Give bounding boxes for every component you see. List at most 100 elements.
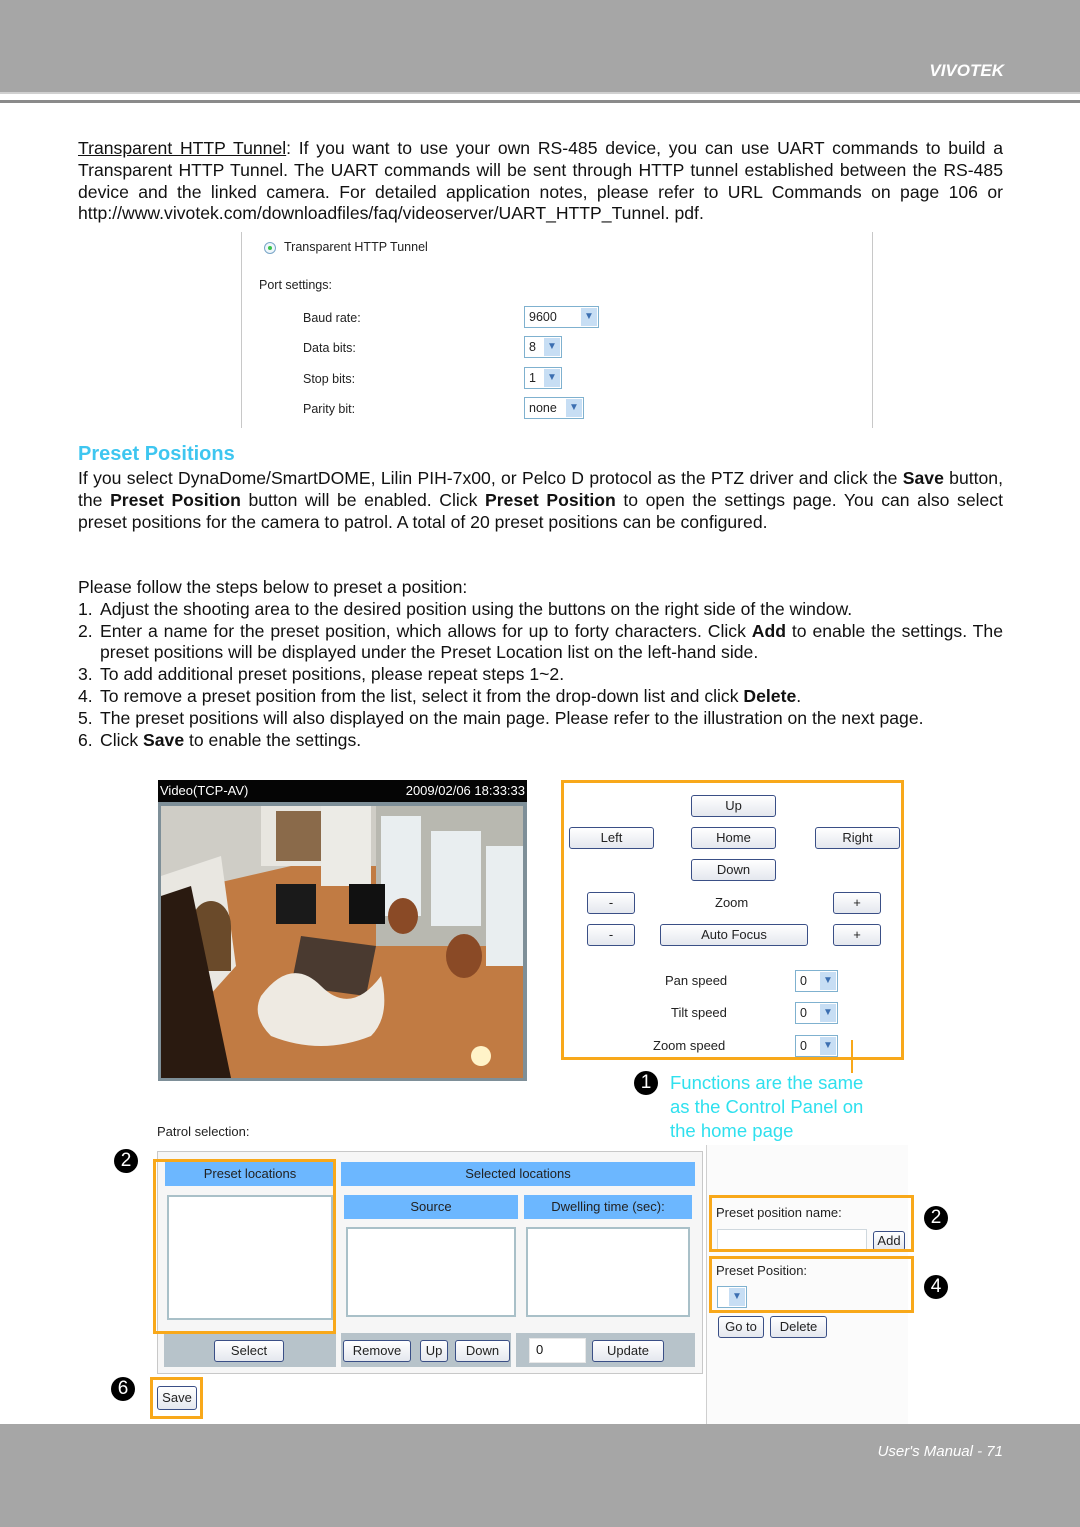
step-badge-4: 4 [924,1275,948,1299]
parity-bit-label: Parity bit: [303,402,356,416]
remove-button[interactable]: Remove [343,1340,411,1362]
highlight-preset-name [709,1195,914,1252]
callout-line: Functions are the same [670,1072,864,1093]
zoom-speed-value: 0 [800,1039,807,1053]
move-down-button[interactable]: Down [455,1340,510,1362]
living-room-scene [161,806,523,1078]
steps-list: Please follow the steps below to preset … [78,577,1003,751]
callout-connector [851,1040,853,1073]
intro-term: Transparent HTTP Tunnel [78,138,287,158]
dwell-time-input[interactable]: 0 [529,1338,586,1363]
callout-line: as the Control Panel on [670,1095,864,1117]
dwelling-time-list[interactable] [526,1227,690,1317]
pan-speed-label: Pan speed [665,973,728,988]
bold-add: Add [751,620,786,641]
save-button[interactable]: Save [157,1386,197,1410]
preset-intro-paragraph: If you select DynaDome/SmartDOME, Lilin … [78,468,1003,533]
bold-preset-position: Preset Position [484,489,616,510]
chevron-down-icon: ▼ [544,369,560,387]
step-text: To remove a preset position from the lis… [100,686,1003,708]
bold-delete: Delete [743,685,797,706]
tunnel-radio-button[interactable] [264,242,276,254]
step-text: Adjust the shooting area to the desired … [100,598,853,619]
source-header: Source [344,1195,518,1219]
video-title-bar: Video(TCP-AV) 2009/02/06 18:33:33 [158,780,527,802]
section-title: Preset Positions [78,443,235,465]
selected-locations-header: Selected locations [341,1162,695,1186]
header-divider [0,92,1080,94]
text-run: to enable the settings. [184,729,362,750]
left-button[interactable]: Left [569,827,654,849]
highlight-preset-position [709,1256,914,1313]
intro-paragraph: Transparent HTTP Tunnel: If you want to … [78,138,1003,225]
delete-button[interactable]: Delete [770,1316,827,1338]
goto-button[interactable]: Go to [718,1316,764,1338]
step-number: 2. [78,620,93,641]
home-button[interactable]: Home [691,827,776,849]
chevron-down-icon: ▼ [544,338,560,356]
stop-bits-label: Stop bits: [303,372,356,386]
source-list[interactable] [346,1227,516,1317]
zoom-in-button[interactable]: + [833,892,881,914]
step-number: 1. [78,598,93,619]
video-stream-label: Video(TCP-AV) [160,783,249,798]
step-badge-2-right: 2 [924,1206,948,1230]
baud-rate-label: Baud rate: [303,311,361,325]
video-timestamp: 2009/02/06 18:33:33 [405,783,525,798]
tunnel-radio-label: Transparent HTTP Tunnel [284,240,428,254]
down-button[interactable]: Down [691,859,776,881]
highlight-preset-locations [153,1159,336,1334]
auto-focus-button[interactable]: Auto Focus [660,924,808,946]
step-text: Click Save to enable the settings. [100,730,1003,752]
video-viewer: Video(TCP-AV) 2009/02/06 18:33:33 [158,780,527,1081]
page-number: User's Manual - 71 [877,1443,1003,1460]
step-item: 1. Adjust the shooting area to the desire… [78,599,1003,621]
select-button[interactable]: Select [214,1340,284,1362]
zoom-speed-select[interactable]: 0 ▼ [795,1035,838,1057]
chevron-down-icon: ▼ [820,1004,836,1022]
pan-speed-select[interactable]: 0 ▼ [795,970,838,992]
baud-rate-value: 9600 [529,310,557,324]
update-button[interactable]: Update [592,1340,664,1362]
text-run: Click [100,729,144,750]
step-number: 4. [78,685,93,706]
text-run: . [796,685,802,706]
stop-bits-select[interactable]: 1 ▼ [524,367,562,389]
zoom-label: Zoom [715,895,749,910]
parity-bit-value: none [529,401,557,415]
text-run: To remove a preset position from the lis… [100,685,744,706]
camera-image [161,806,523,1078]
step-text: The preset positions will also displayed… [100,707,924,728]
chevron-down-icon: ▼ [566,399,582,417]
brand-logo: VIVOTEK [929,61,1004,80]
step-number: 5. [78,707,93,728]
tilt-speed-select[interactable]: 0 ▼ [795,1002,838,1024]
step-badge-1: 1 [634,1071,658,1095]
bold-save: Save [902,468,944,488]
stop-bits-value: 1 [529,371,536,385]
zoom-out-button[interactable]: - [587,892,635,914]
step-number: 6. [78,729,93,750]
step-text: Enter a name for the preset position, wh… [100,621,1003,665]
patrol-selection-label: Patrol selection: [157,1124,250,1139]
up-button[interactable]: Up [691,795,776,817]
step-item: 2. Enter a name for the preset position, … [78,621,1003,665]
focus-plus-button[interactable]: + [833,924,881,946]
callout-line: the home page [670,1119,794,1141]
baud-rate-select[interactable]: 9600 ▼ [524,306,599,328]
bold-save: Save [143,729,185,750]
text-run: If you select DynaDome/SmartDOME, Lilin … [78,468,903,488]
bold-preset-position: Preset Position [110,489,241,510]
data-bits-value: 8 [529,340,536,354]
right-button[interactable]: Right [815,827,900,849]
parity-bit-select[interactable]: none ▼ [524,397,584,419]
data-bits-select[interactable]: 8 ▼ [524,336,562,358]
step-item: 4. To remove a preset position from the l… [78,686,1003,708]
focus-minus-button[interactable]: - [587,924,635,946]
text-run: Enter a name for the preset position, wh… [100,620,752,641]
port-settings-label: Port settings: [259,278,332,292]
pan-speed-value: 0 [800,974,807,988]
step-text: To add additional preset positions, plea… [100,664,565,685]
move-up-button[interactable]: Up [420,1340,448,1362]
ptz-control-panel: Up Left Home Right Down - Zoom + - Auto … [561,780,904,1060]
